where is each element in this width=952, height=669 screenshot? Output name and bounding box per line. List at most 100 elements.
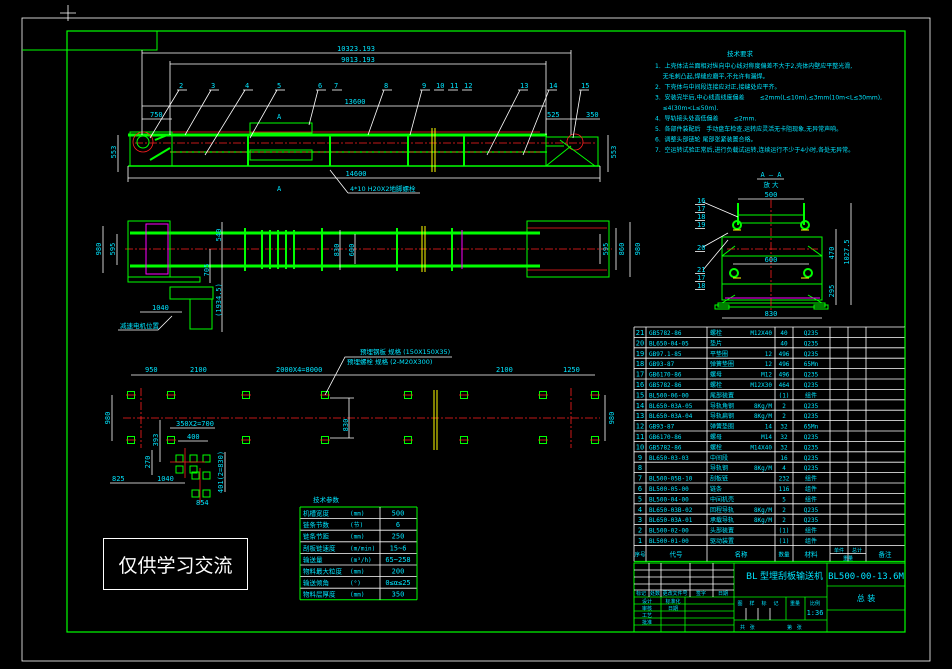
part-no: 16 xyxy=(636,381,644,389)
dim-length: 14600 xyxy=(345,170,366,178)
part-label: 3 xyxy=(211,82,215,90)
part-qty: (1) xyxy=(779,392,790,399)
part-no: 15 xyxy=(636,391,644,399)
plan-dim-width-right: 980 xyxy=(634,243,642,256)
part-material: Q235 xyxy=(804,372,819,379)
tb-stage: 样 xyxy=(749,600,754,607)
part-qty: 2 xyxy=(782,507,786,514)
part-qty: 2 xyxy=(782,413,786,420)
parts-row: 2 BL500-02-00 头部装置 (1) 组件 xyxy=(638,527,817,535)
plan-dim-540: 540 xyxy=(215,229,223,242)
part-code: BL500-02-00 xyxy=(649,528,689,535)
spec-label: 物料最大粒度 xyxy=(303,567,343,576)
tb-label: 标记 xyxy=(636,590,646,597)
part-label: 13 xyxy=(520,82,528,90)
part-material: Q235 xyxy=(804,465,819,472)
header-qty: 数量 xyxy=(778,550,790,558)
technical-requirements: 技术要求 1. 上壳体法兰面相对纵向中心线对称度偏差不大于2,壳体内壁应平整光滑… xyxy=(655,49,882,154)
found-dim-854: 854 xyxy=(196,499,209,507)
part-qty: 32 xyxy=(780,444,788,451)
found-dim-left: 980 xyxy=(104,412,112,425)
motor-position-label: 减速电机位置 xyxy=(120,321,160,330)
part-name: 螺栓 xyxy=(710,329,722,337)
section-dim-470: 470 xyxy=(828,247,836,260)
part-code: BL500-01-00 xyxy=(649,538,689,545)
plan-view: 980 595 540 705 (1934.5) 1040 830 600 59… xyxy=(95,220,642,332)
tb-label: 处数 xyxy=(650,590,660,597)
part-material: Q235 xyxy=(804,340,819,347)
note-line: ≤4(30m<L≤50m). xyxy=(655,105,719,112)
section-dim-600: 600 xyxy=(765,256,778,264)
part-qty: (1) xyxy=(779,528,790,535)
part-material: 组件 xyxy=(805,537,817,545)
spec-unit: (节) xyxy=(350,521,363,529)
parts-row: 4 BL650-03B-02 回程导轨 8Kg/M 2 Q235 xyxy=(638,506,819,514)
part-qty: 2 xyxy=(782,403,786,410)
parts-row: 6 BL500-05-00 链条 116 组件 xyxy=(638,485,817,493)
found-dim-270: 270 xyxy=(144,456,152,469)
part-name: 导轨角钢 xyxy=(710,402,734,410)
parts-row: 10 GB5782-86 螺栓 M14X40 32 Q235 xyxy=(636,443,819,451)
part-material: Q235 xyxy=(804,413,819,420)
part-qty: 5 xyxy=(782,496,786,503)
section-dim-500: 500 xyxy=(765,191,778,199)
part-no: 19 xyxy=(636,350,644,358)
spec-label: 机槽宽度 xyxy=(303,509,330,518)
parts-row: 21 GB5782-86 螺栓 M12X40 40 Q235 xyxy=(636,329,819,337)
part-code: BL650-04-05 xyxy=(649,340,689,347)
foundation-view: 950 2100 2000X4=8000 2100 1250 980 980 8… xyxy=(104,347,616,507)
part-material: 组件 xyxy=(805,495,817,503)
part-material: 组件 xyxy=(805,527,817,535)
note-line: 3. 安装完毕后,中心线直线度偏差 ≤2mm(L≤10m),≤3mm(10m<L… xyxy=(655,94,882,102)
found-dim-2100a: 2100 xyxy=(190,366,207,374)
part-qty: 116 xyxy=(779,486,790,493)
plan-dim-1040: 1040 xyxy=(152,304,169,312)
spec-value: 0≤α≤25 xyxy=(385,579,410,587)
part-code: GB97.1-85 xyxy=(649,351,682,358)
found-dim-825: 825 xyxy=(112,475,125,483)
part-qty: 496 xyxy=(779,361,790,368)
tb-stage: 重量 xyxy=(790,600,800,607)
tb-label: 签字 xyxy=(696,590,706,597)
plan-dim-860: 860 xyxy=(618,243,626,256)
part-label: 7 xyxy=(334,82,338,90)
tb-role: 审核 xyxy=(642,605,652,612)
part-code: BL650-03A-01 xyxy=(649,517,693,524)
part-material: 组件 xyxy=(805,485,817,493)
part-name: 承载导轨 xyxy=(710,516,734,524)
parts-row: 9 BL650-03-03 中间段 16 Q235 xyxy=(638,454,819,462)
part-name: 中间段 xyxy=(710,454,728,462)
part-material: Q235 xyxy=(804,517,819,524)
section-part-label: 21 xyxy=(697,266,705,274)
part-spec: 8Kg/M xyxy=(754,413,772,420)
found-dim-830: 830 xyxy=(342,419,350,432)
dim-height-left: 553 xyxy=(110,146,118,159)
part-name: 导轨扁钢 xyxy=(710,412,734,420)
part-spec: M14X40 xyxy=(750,444,772,451)
note-line: 6. 调整头部链轮 尾部张紧装置合格。 xyxy=(655,136,756,144)
part-material: Q235 xyxy=(804,351,819,358)
plan-dim-600: 600 xyxy=(348,244,356,257)
part-spec: M12X30 xyxy=(750,382,772,389)
tb-label: 更改文件号 xyxy=(662,590,687,597)
plan-dim-705: 705 xyxy=(203,264,211,277)
spec-label: 输送量 xyxy=(303,555,323,564)
part-name: 螺栓 xyxy=(710,443,722,451)
header-code: 代号 xyxy=(670,549,684,558)
part-spec: M12 xyxy=(761,372,772,379)
spec-unit: (m³/h) xyxy=(350,557,372,564)
found-dim-393: 393 xyxy=(152,434,160,447)
part-no: 13 xyxy=(636,412,644,420)
part-code: GB6170-86 xyxy=(649,372,682,379)
found-dim-1250: 1250 xyxy=(563,366,580,374)
part-no: 5 xyxy=(638,495,642,503)
parts-row: 11 GB6170-86 螺母 M14 32 Q235 xyxy=(636,433,819,441)
part-material: 组件 xyxy=(805,391,817,399)
part-code: BL500-04-00 xyxy=(649,496,689,503)
spec-value: 250 xyxy=(392,533,405,541)
part-name: 垫片 xyxy=(710,339,722,347)
part-name: 头部装置 xyxy=(710,527,734,535)
part-name: 弹簧垫圈 xyxy=(710,423,734,431)
spec-unit: (mm) xyxy=(350,592,364,599)
part-no: 1 xyxy=(638,537,642,545)
